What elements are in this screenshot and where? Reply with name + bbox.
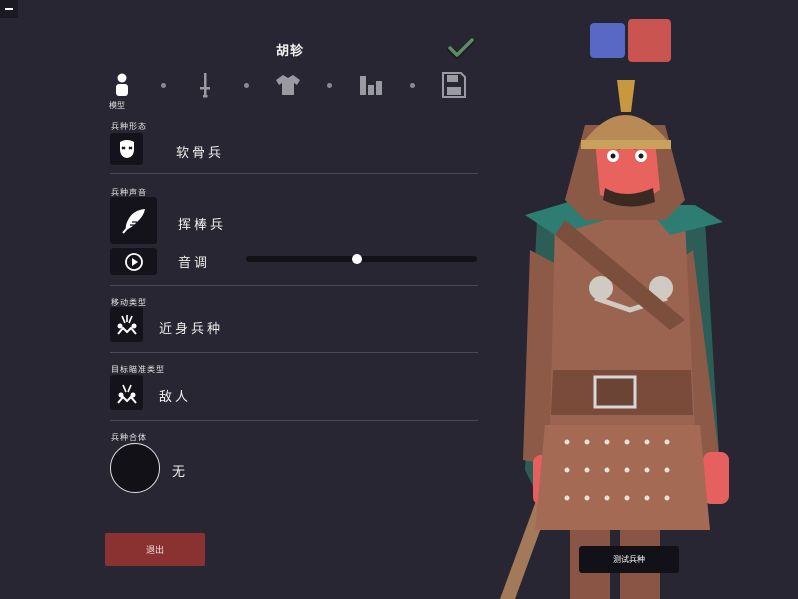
feather-icon <box>121 208 145 234</box>
tab-separator <box>244 83 249 88</box>
play-voice-button[interactable] <box>110 248 157 275</box>
unit-form-button[interactable] <box>110 133 143 165</box>
movement-type-button[interactable] <box>110 307 143 342</box>
unit-name: 胡轸 <box>275 44 304 59</box>
movement-type-value: 近身兵种 <box>159 322 224 337</box>
targeting-type-button[interactable] <box>110 375 143 410</box>
sword-icon <box>200 73 210 98</box>
menu-icon[interactable] <box>0 0 18 18</box>
checkmark-icon[interactable] <box>446 36 476 62</box>
divider <box>110 285 478 286</box>
unit-body-value: 无 <box>172 465 189 480</box>
divider <box>110 173 478 174</box>
unit-preview-model[interactable] <box>495 70 745 599</box>
section-label-body: 兵种合体 <box>111 433 147 442</box>
tab-separator <box>410 83 415 88</box>
tab-model-label: 模型 <box>109 101 125 110</box>
editor-tabs: 模型 <box>105 70 480 112</box>
tab-save[interactable] <box>439 70 469 100</box>
play-icon <box>124 252 143 271</box>
section-label-targeting: 目标瞄准类型 <box>111 365 165 374</box>
tab-separator <box>161 83 166 88</box>
pitch-label: 音调 <box>178 256 211 271</box>
melee-units-icon <box>116 314 137 335</box>
bar-chart-icon <box>360 76 382 95</box>
unit-voice-button[interactable] <box>110 197 157 244</box>
test-unit-button[interactable]: 测试兵种 <box>579 546 679 573</box>
tab-stats[interactable] <box>356 70 386 100</box>
tab-model[interactable] <box>107 70 137 100</box>
targeting-type-value: 敌人 <box>159 390 192 405</box>
divider <box>110 420 478 421</box>
mask-icon <box>119 140 134 158</box>
shirt-icon <box>276 75 300 95</box>
unit-voice-value: 挥棒兵 <box>178 218 227 233</box>
unit-body-button[interactable] <box>110 443 160 493</box>
unit-form-value: 软骨兵 <box>176 146 225 161</box>
team-blue-swatch[interactable] <box>590 23 625 58</box>
exit-button[interactable]: 退出 <box>105 533 205 566</box>
tab-armor[interactable] <box>273 70 303 100</box>
divider <box>110 352 478 353</box>
melee-target-icon <box>116 384 137 404</box>
team-red-swatch[interactable] <box>628 19 671 62</box>
tab-separator <box>327 83 332 88</box>
tab-weapon[interactable] <box>190 70 220 100</box>
section-label-form: 兵种形态 <box>111 122 147 131</box>
save-icon <box>442 72 466 98</box>
pitch-slider-handle[interactable] <box>351 254 362 264</box>
person-icon <box>116 73 128 96</box>
